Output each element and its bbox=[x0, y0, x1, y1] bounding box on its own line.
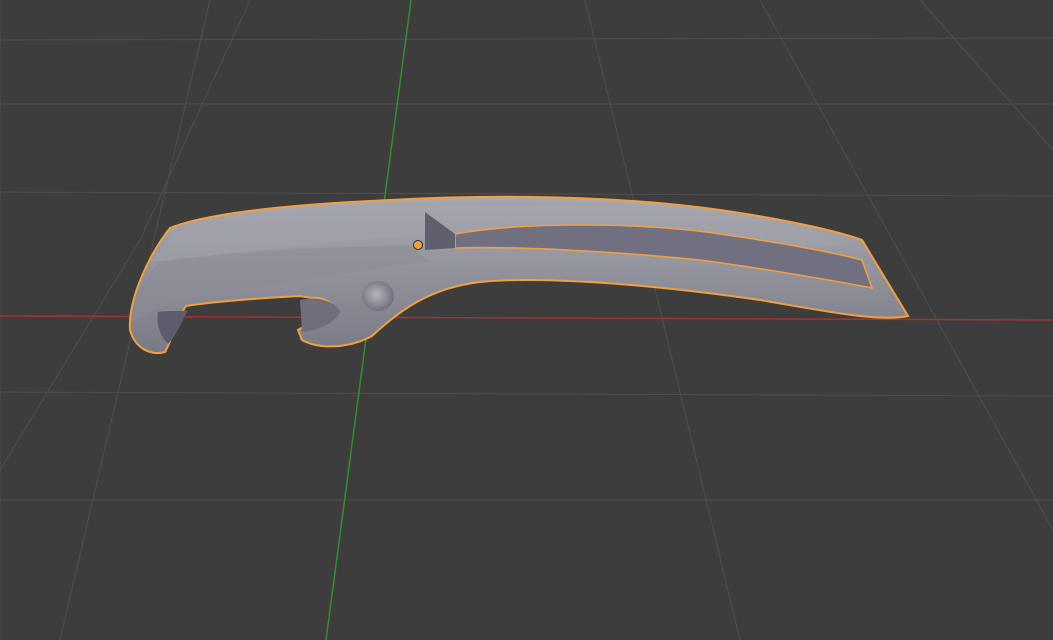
object-origin-dot[interactable] bbox=[413, 240, 423, 250]
bottle-opener-mesh[interactable] bbox=[128, 195, 910, 354]
mesh-hole bbox=[362, 281, 394, 311]
viewport-canvas[interactable] bbox=[0, 0, 1053, 640]
3d-viewport[interactable] bbox=[0, 0, 1053, 640]
